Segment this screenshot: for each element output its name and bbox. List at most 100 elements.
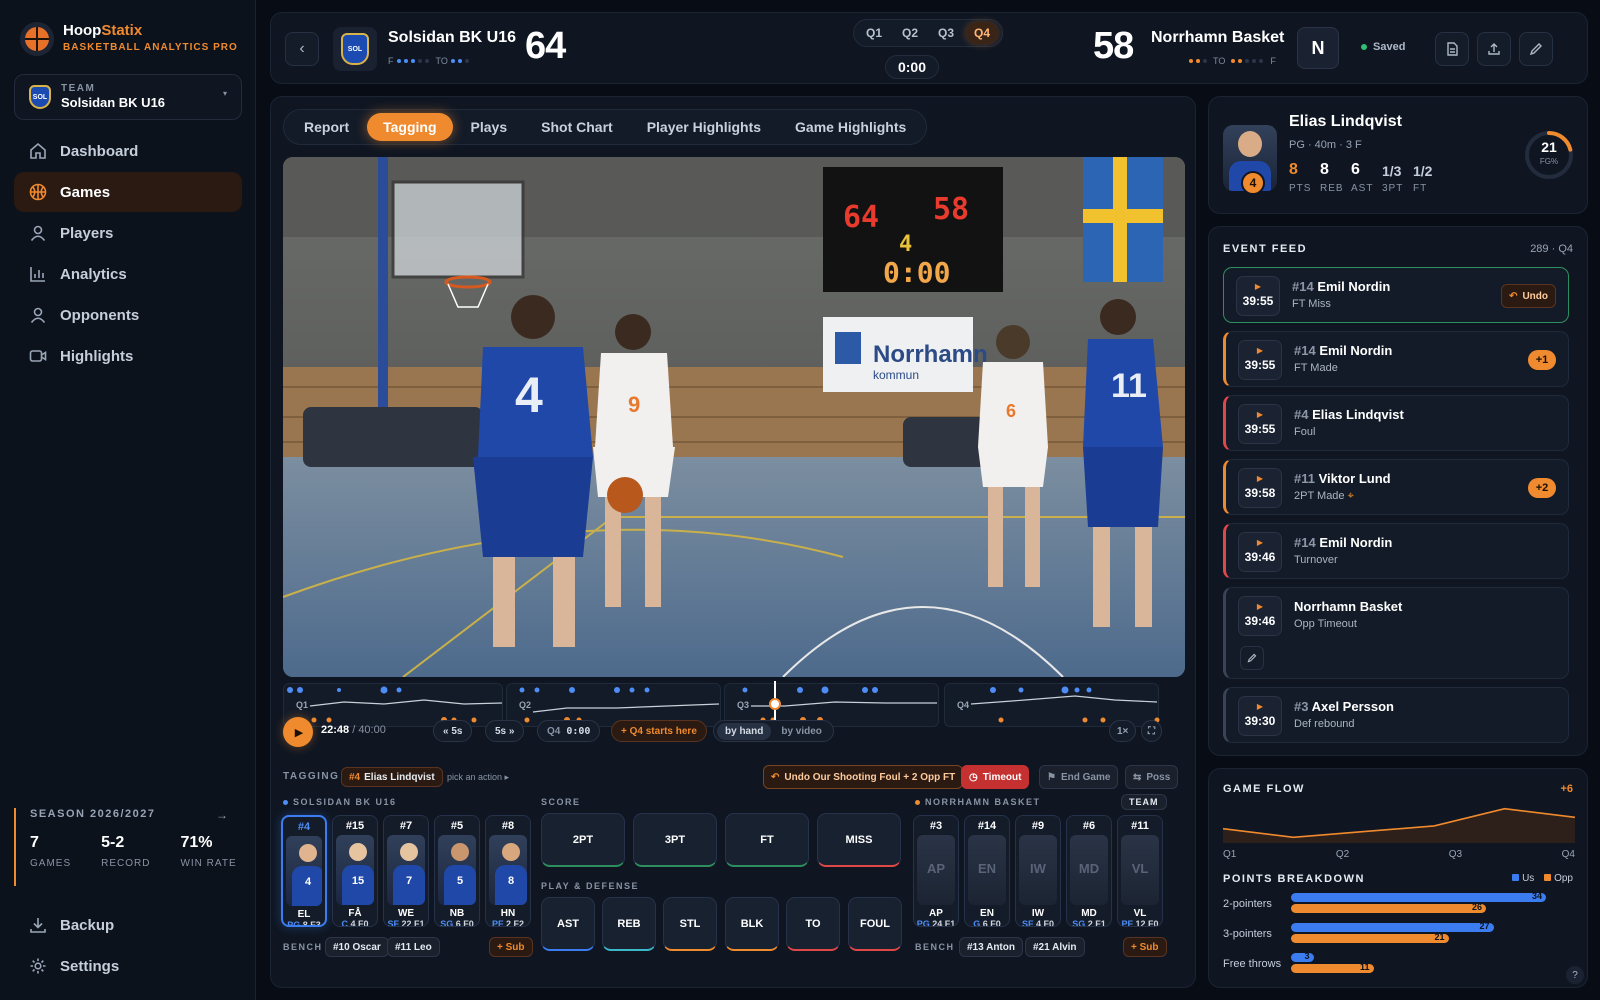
action-blk-button[interactable]: BLK bbox=[725, 897, 779, 951]
nav-analytics[interactable]: Analytics bbox=[14, 254, 242, 294]
nav-backup[interactable]: Backup bbox=[14, 905, 242, 945]
nav-players[interactable]: Players bbox=[14, 213, 242, 253]
video-player[interactable]: 64 58 4 0:00 Norrhamn kommun 4 9 6 11 bbox=[283, 157, 1185, 677]
event-play-button[interactable]: ▶ 39:55 bbox=[1238, 404, 1282, 444]
action-ast-button[interactable]: AST bbox=[541, 897, 595, 951]
player-card[interactable]: #15 15 FÅ C 4 F0 bbox=[332, 815, 378, 927]
quarter-button[interactable]: Q1 bbox=[858, 22, 890, 44]
action-stl-button[interactable]: STL bbox=[663, 897, 717, 951]
event-edit-button[interactable] bbox=[1240, 646, 1264, 670]
away-team-name: Norrhamn Basket bbox=[1151, 29, 1285, 46]
opponent-card[interactable]: #9 IW IW SF 4 F0 bbox=[1015, 815, 1061, 927]
quarter-button[interactable]: Q3 bbox=[930, 22, 962, 44]
tagging-hint: pick an action ▸ bbox=[447, 772, 510, 782]
opponent-card[interactable]: #11 VL VL PF 12 F0 bbox=[1117, 815, 1163, 927]
event-play-button[interactable]: ▶ 39:46 bbox=[1238, 596, 1282, 636]
opponent-card[interactable]: #6 MD MD SG 2 F1 bbox=[1066, 815, 1112, 927]
undo-button[interactable]: ↶ Undo Our Shooting Foul + 2 Opp FT bbox=[763, 765, 964, 789]
player-card[interactable]: #7 7 WE SF 22 F1 bbox=[383, 815, 429, 927]
back-button[interactable]: ‹ bbox=[285, 32, 319, 66]
playback-time: 22:48 / 40:00 bbox=[321, 724, 386, 736]
event-play-button[interactable]: ▶ 39:46 bbox=[1238, 532, 1282, 572]
by-hand-option[interactable]: by hand bbox=[717, 722, 772, 740]
nav-settings[interactable]: Settings bbox=[14, 946, 242, 986]
team-selector-name: Solsidan BK U16 bbox=[61, 95, 166, 110]
help-icon: ? bbox=[1572, 969, 1578, 981]
tab-player-highlights[interactable]: Player Highlights bbox=[631, 113, 777, 141]
timeline-segment-q1[interactable]: Q1 bbox=[283, 683, 503, 727]
nav-opponents[interactable]: Opponents bbox=[14, 295, 242, 335]
bench-player-chip[interactable]: #11 Leo bbox=[387, 937, 440, 957]
event-play-button[interactable]: ▶ 39:30 bbox=[1238, 696, 1282, 736]
action-reb-button[interactable]: REB bbox=[602, 897, 656, 951]
by-video-option[interactable]: by video bbox=[773, 723, 830, 740]
event-row[interactable]: ▶ 39:46 Norrhamn Basket Opp Timeout bbox=[1223, 587, 1569, 679]
game-flow-chart bbox=[1223, 807, 1575, 843]
nav-highlights[interactable]: Highlights bbox=[14, 336, 242, 376]
event-row[interactable]: ▶ 39:30 #3 Axel Persson Def rebound bbox=[1223, 687, 1569, 743]
play-button[interactable]: ▶ bbox=[283, 717, 313, 747]
tab-report[interactable]: Report bbox=[288, 113, 365, 141]
event-row[interactable]: ▶ 39:55 #14 Emil Nordin FT Made +1 bbox=[1223, 331, 1569, 387]
share-button[interactable] bbox=[1477, 32, 1511, 66]
arrow-right-icon[interactable]: → bbox=[216, 808, 228, 822]
tab-tagging[interactable]: Tagging bbox=[367, 113, 453, 141]
timeout-button[interactable]: ◷ Timeout bbox=[961, 765, 1030, 789]
opponent-card[interactable]: #3 AP AP PG 24 F1 bbox=[913, 815, 959, 927]
q4-start-marker[interactable]: + Q4 starts here bbox=[611, 720, 707, 742]
team-selector[interactable]: SOL TEAM Solsidan BK U16 ▾ bbox=[14, 74, 242, 120]
team-stats-button[interactable]: TEAM bbox=[1121, 794, 1167, 810]
event-play-button[interactable]: ▶ 39:55 bbox=[1236, 276, 1280, 316]
speed-button[interactable]: 1× bbox=[1109, 720, 1137, 742]
tab-game-highlights[interactable]: Game Highlights bbox=[779, 113, 922, 141]
selected-player-chip[interactable]: #4 Elias Lindqvist bbox=[341, 767, 443, 787]
game-video-frame: 64 58 4 0:00 Norrhamn kommun 4 9 6 11 bbox=[283, 157, 1185, 677]
team-badge-icon: SOL bbox=[29, 85, 51, 109]
bench-player-chip[interactable]: #10 Oscar bbox=[325, 937, 389, 957]
tab-shot-chart[interactable]: Shot Chart bbox=[525, 113, 629, 141]
quarter-button-active[interactable]: Q4 bbox=[966, 22, 998, 44]
player-card[interactable]: #4 4 EL PG 8 F3 bbox=[281, 815, 327, 927]
bench-player-chip[interactable]: #13 Anton bbox=[959, 937, 1023, 957]
nav-label: Backup bbox=[60, 916, 115, 934]
breakdown-legend: Us Opp bbox=[1512, 873, 1573, 884]
fullscreen-button[interactable]: ⛶ bbox=[1141, 720, 1162, 742]
scoreboard-home-score: 64 bbox=[843, 200, 879, 235]
nav-games[interactable]: Games bbox=[14, 172, 242, 212]
play-defense-label: PLAY & DEFENSE bbox=[541, 881, 640, 891]
event-row[interactable]: ▶ 39:46 #14 Emil Nordin Turnover bbox=[1223, 523, 1569, 579]
opponent-card[interactable]: #14 EN EN G 6 F0 bbox=[964, 815, 1010, 927]
event-undo-button[interactable]: ↶ Undo bbox=[1501, 284, 1556, 308]
action-miss-button[interactable]: MISS bbox=[817, 813, 901, 867]
player-card[interactable]: #5 5 NB SG 6 F0 bbox=[434, 815, 480, 927]
player-stat: 6 AST bbox=[1351, 161, 1374, 194]
action-foul-button[interactable]: FOUL bbox=[848, 897, 902, 951]
event-row[interactable]: ▶ 39:58 #11 Viktor Lund 2PT Made ⌖ +2 bbox=[1223, 459, 1569, 515]
bar-chart-icon bbox=[28, 264, 48, 284]
action-2pt-button[interactable]: 2PT bbox=[541, 813, 625, 867]
event-play-button[interactable]: ▶ 39:55 bbox=[1238, 340, 1282, 380]
end-game-button[interactable]: ⚑ End Game bbox=[1039, 765, 1119, 789]
timeline-scrubber-handle[interactable] bbox=[768, 698, 781, 710]
action-ft-button[interactable]: FT bbox=[725, 813, 809, 867]
tab-plays[interactable]: Plays bbox=[455, 113, 524, 141]
quarter-button[interactable]: Q2 bbox=[894, 22, 926, 44]
jersey-number: 6 bbox=[1006, 401, 1016, 421]
event-row[interactable]: ▶ 39:55 #4 Elias Lindqvist Foul bbox=[1223, 395, 1569, 451]
possession-button[interactable]: ⇆ Poss bbox=[1125, 765, 1179, 789]
action-3pt-button[interactable]: 3PT bbox=[633, 813, 717, 867]
edit-button[interactable] bbox=[1519, 32, 1553, 66]
forward-5s-button[interactable]: 5s » bbox=[485, 720, 525, 742]
event-row[interactable]: ▶ 39:55 #14 Emil Nordin FT Miss ↶ Undo bbox=[1223, 267, 1569, 323]
bench-player-chip[interactable]: #21 Alvin bbox=[1025, 937, 1085, 957]
rewind-5s-button[interactable]: « 5s bbox=[433, 720, 473, 742]
event-play-button[interactable]: ▶ 39:58 bbox=[1238, 468, 1282, 508]
season-stat: 71% WIN RATE bbox=[180, 834, 237, 869]
action-to-button[interactable]: TO bbox=[786, 897, 840, 951]
report-button[interactable] bbox=[1435, 32, 1469, 66]
nav-dashboard[interactable]: Dashboard bbox=[14, 131, 242, 171]
player-card[interactable]: #8 8 HN PF 2 F2 bbox=[485, 815, 531, 927]
help-button[interactable]: ? bbox=[1566, 966, 1584, 984]
away-sub-button[interactable]: + Sub bbox=[1123, 937, 1167, 957]
home-sub-button[interactable]: + Sub bbox=[489, 937, 533, 957]
